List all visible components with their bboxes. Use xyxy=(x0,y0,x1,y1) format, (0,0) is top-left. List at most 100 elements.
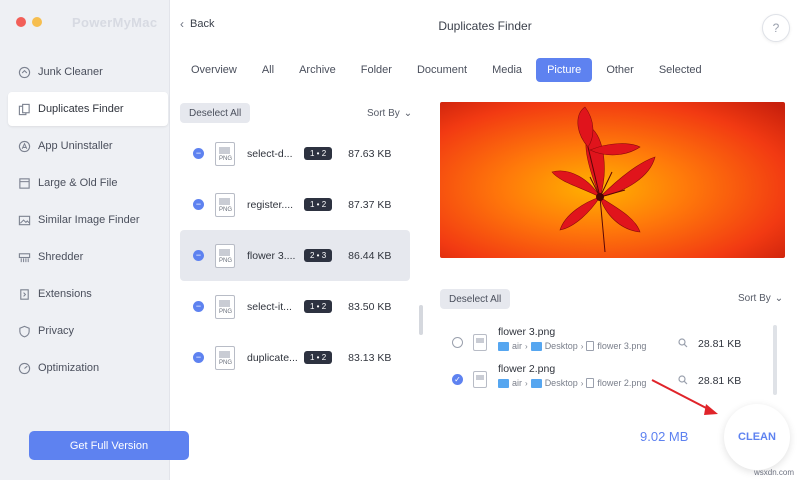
tab-document[interactable]: Document xyxy=(406,58,478,82)
sidebar-item-large-old-file[interactable]: Large & Old File xyxy=(8,166,168,200)
sidebar: PowerMyMac Junk Cleaner Duplicates Finde… xyxy=(0,0,170,480)
sidebar-item-label: Shredder xyxy=(38,251,84,263)
file-info: flower 3.png air › Desktop › flower 3.pn… xyxy=(498,326,678,351)
tab-folder[interactable]: Folder xyxy=(350,58,403,82)
sidebar-item-similar-image-finder[interactable]: Similar Image Finder xyxy=(8,203,168,237)
tab-all[interactable]: All xyxy=(251,58,285,82)
tab-other[interactable]: Other xyxy=(595,58,645,82)
file-row[interactable]: flower 3.png air › Desktop › flower 3.pn… xyxy=(440,320,775,357)
folder-icon xyxy=(530,378,542,388)
select-checkbox[interactable] xyxy=(452,337,463,348)
select-checkbox[interactable]: ✓ xyxy=(452,374,463,385)
app-icon xyxy=(17,139,31,153)
list-item[interactable]: − PNG select-d... 1 • 2 87.63 KB xyxy=(180,128,410,179)
file-name: select-d... xyxy=(247,147,293,160)
minus-icon[interactable]: − xyxy=(193,301,204,312)
minus-icon[interactable]: − xyxy=(193,250,204,261)
file-size: 87.63 KB xyxy=(348,147,392,160)
deselect-all-button[interactable]: Deselect All xyxy=(180,103,251,123)
file-name: duplicate... xyxy=(247,351,298,364)
page-title: Duplicates Finder xyxy=(438,19,532,33)
shredder-icon xyxy=(17,250,31,264)
sidebar-item-app-uninstaller[interactable]: App Uninstaller xyxy=(8,129,168,163)
chevron-left-icon: ‹ xyxy=(180,17,184,31)
clean-button[interactable]: CLEAN xyxy=(724,404,790,470)
image-preview xyxy=(440,102,785,258)
watermark: wsxdn.com xyxy=(753,468,794,477)
window-controls xyxy=(16,17,42,27)
sidebar-item-extensions[interactable]: Extensions xyxy=(8,277,168,311)
tab-archive[interactable]: Archive xyxy=(288,58,347,82)
list-item[interactable]: − PNG select-it... 1 • 2 83.50 KB xyxy=(180,281,410,332)
png-file-icon xyxy=(473,334,487,351)
sidebar-item-label: Duplicates Finder xyxy=(38,103,124,115)
search-icon[interactable] xyxy=(678,335,688,353)
search-icon[interactable] xyxy=(678,372,688,390)
sidebar-item-label: Extensions xyxy=(38,288,92,300)
folder-icon xyxy=(498,341,509,351)
file-path: air › Desktop › flower 3.png xyxy=(498,341,678,351)
get-full-version-button[interactable]: Get Full Version xyxy=(29,431,189,460)
tab-media[interactable]: Media xyxy=(481,58,533,82)
tab-picture[interactable]: Picture xyxy=(536,58,593,82)
file-row[interactable]: ✓ flower 2.png air › Desktop › flower 2.… xyxy=(440,357,775,394)
help-button[interactable]: ? xyxy=(762,14,790,42)
chevron-right-icon: › xyxy=(525,378,528,388)
total-size: 9.02 MB xyxy=(640,429,689,444)
minus-icon[interactable]: − xyxy=(193,352,204,363)
flower-preview-image xyxy=(440,102,785,258)
sidebar-item-junk-cleaner[interactable]: Junk Cleaner xyxy=(8,55,168,89)
sidebar-item-label: Privacy xyxy=(38,325,75,337)
minimize-window-button[interactable] xyxy=(32,17,42,27)
image-icon xyxy=(17,213,31,227)
file-path: air › Desktop › flower 2.png xyxy=(498,378,678,388)
png-file-icon xyxy=(473,371,487,388)
sidebar-item-privacy[interactable]: Privacy xyxy=(8,314,168,348)
png-file-icon: PNG xyxy=(215,345,235,370)
file-size: 28.81 KB xyxy=(698,338,742,350)
tab-overview[interactable]: Overview xyxy=(180,58,248,82)
file-icon xyxy=(17,176,31,190)
broom-icon xyxy=(17,65,31,79)
sidebar-item-duplicates-finder[interactable]: Duplicates Finder xyxy=(8,92,168,126)
list-item[interactable]: − PNG flower 3.... 2 • 3 86.44 KB xyxy=(180,230,410,281)
sidebar-item-label: Large & Old File xyxy=(38,177,118,189)
app-logo: PowerMyMac xyxy=(72,15,158,30)
chevron-down-icon: ⌄ xyxy=(774,293,784,304)
sidebar-item-shredder[interactable]: Shredder xyxy=(8,240,168,274)
sort-by-label: Sort By xyxy=(738,293,771,304)
minus-icon[interactable]: − xyxy=(193,148,204,159)
file-size: 83.50 KB xyxy=(348,300,392,313)
sidebar-item-optimization[interactable]: Optimization xyxy=(8,351,168,385)
png-file-icon: PNG xyxy=(215,294,235,319)
folder-icon xyxy=(530,341,542,351)
right-list-scrollbar[interactable] xyxy=(773,325,777,395)
file-name: flower 3.... xyxy=(247,249,296,262)
optimization-icon xyxy=(17,361,31,375)
file-size: 83.13 KB xyxy=(348,351,392,364)
sort-by-right-dropdown[interactable]: Sort By ⌄ xyxy=(738,293,783,304)
sidebar-item-label: App Uninstaller xyxy=(38,140,113,152)
deselect-all-right-button[interactable]: Deselect All xyxy=(440,289,511,309)
extensions-icon xyxy=(17,287,31,301)
folder-icon xyxy=(498,378,509,388)
minus-icon[interactable]: − xyxy=(193,199,204,210)
back-button[interactable]: ‹ Back xyxy=(180,17,214,31)
file-icon xyxy=(586,341,595,351)
file-info: flower 2.png air › Desktop › flower 2.pn… xyxy=(498,363,678,388)
duplicate-count-badge: 1 • 2 xyxy=(304,300,333,313)
png-file-icon: PNG xyxy=(215,141,235,166)
list-item[interactable]: − PNG register.... 1 • 2 87.37 KB xyxy=(180,179,410,230)
close-window-button[interactable] xyxy=(16,17,26,27)
shield-icon xyxy=(17,324,31,338)
sort-by-dropdown[interactable]: Sort By ⌄ xyxy=(367,108,412,119)
left-list-scrollbar[interactable] xyxy=(419,305,423,335)
png-file-icon: PNG xyxy=(215,192,235,217)
duplicate-count-badge: 1 • 2 xyxy=(304,147,333,160)
duplicate-icon xyxy=(17,102,31,116)
tab-selected[interactable]: Selected xyxy=(648,58,713,82)
duplicate-count-badge: 2 • 3 xyxy=(304,249,333,262)
list-item[interactable]: − PNG duplicate... 1 • 2 83.13 KB xyxy=(180,332,410,383)
png-file-icon: PNG xyxy=(215,243,235,268)
file-name: flower 2.png xyxy=(498,363,556,375)
